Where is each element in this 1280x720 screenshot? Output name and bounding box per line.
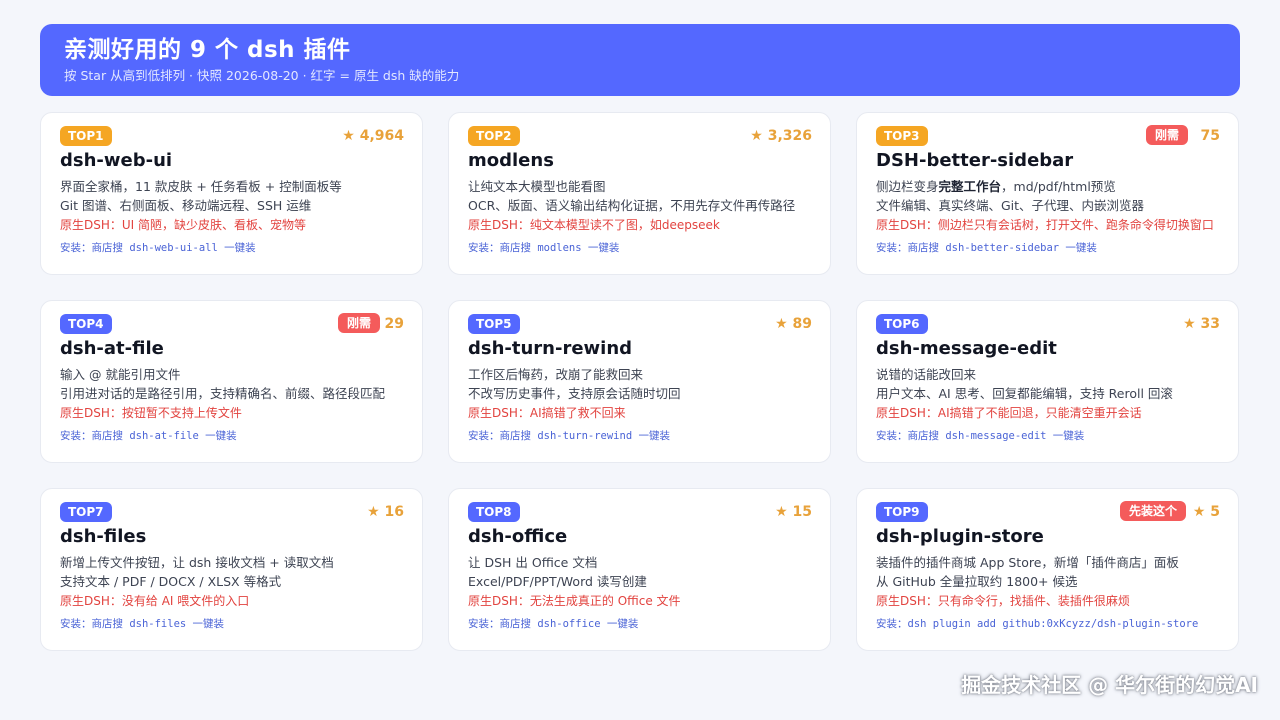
plugin-desc-line1: 让纯文本大模型也能看图 xyxy=(468,179,606,194)
star-count: ★ 5 xyxy=(1192,504,1220,520)
plugin-desc-line2: Git 图谱、右侧面板、移动端远程、SSH 运维 xyxy=(60,198,312,213)
must-have-badge: 刚需 xyxy=(337,313,380,333)
watermark: 掘金技术社区 @ 华尔街的幻觉AI xyxy=(961,673,1258,697)
install-hint: 安装：商店搜 dsh-office 一键装 xyxy=(468,618,639,630)
desc-text: 侧边栏变身 xyxy=(876,179,939,194)
plugin-card-dsh-message-edit[interactable]: TOP6 ★ 33 dsh-message-edit 说错的话能改回来 用户文本… xyxy=(856,300,1239,463)
page-title: 亲测好用的 9 个 dsh 插件 xyxy=(64,37,351,63)
install-hint: 安装：商店搜 dsh-at-file 一键装 xyxy=(60,430,237,442)
native-gap-note: 原生DSH：无法生成真正的 Office 文件 xyxy=(468,594,681,608)
rank-badge: TOP4 xyxy=(60,314,112,334)
plugin-desc-line1: 工作区后悔药，改崩了能救回来 xyxy=(468,367,644,382)
install-hint: 安装：商店搜 dsh-web-ui-all 一键装 xyxy=(60,242,256,254)
install-hint: 安装：商店搜 dsh-message-edit 一键装 xyxy=(876,430,1085,442)
star-count: ★ 4,964 xyxy=(342,128,404,144)
plugin-desc-line1: 装插件的插件商城 App Store，新增「插件商店」面板 xyxy=(876,555,1179,570)
plugin-desc-line2: 文件编辑、真实终端、Git、子代理、内嵌浏览器 xyxy=(876,198,1145,213)
install-hint: 安装：商店搜 dsh-files 一键装 xyxy=(60,618,225,630)
native-gap-note: 原生DSH：侧边栏只有会话树，打开文件、跑条命令得切换窗口 xyxy=(876,218,1214,232)
install-hint: 安装：商店搜 dsh-turn-rewind 一键装 xyxy=(468,430,670,442)
plugin-desc-line1: 新增上传文件按钮，让 dsh 接收文档 + 读取文档 xyxy=(60,555,334,570)
plugin-desc-line2: 不改写历史事件，支持原会话随时切回 xyxy=(468,386,681,401)
plugin-name: dsh-turn-rewind xyxy=(468,338,633,359)
plugin-desc-line2: 支持文本 / PDF / DOCX / XLSX 等格式 xyxy=(60,574,282,589)
native-gap-note: 原生DSH：没有给 AI 喂文件的入口 xyxy=(60,594,250,608)
rank-badge: TOP8 xyxy=(468,502,520,522)
rank-badge: TOP9 xyxy=(876,502,928,522)
page-subtitle: 按 Star 从高到低排列 · 快照 2026-08-20 · 红字 = 原生 … xyxy=(64,68,460,83)
plugin-name: dsh-web-ui xyxy=(60,150,173,171)
rank-badge: TOP7 xyxy=(60,502,112,522)
star-count: ★ 3,326 xyxy=(750,128,812,144)
page-header: 亲测好用的 9 个 dsh 插件 按 Star 从高到低排列 · 快照 2026… xyxy=(40,24,1240,96)
plugin-name: dsh-plugin-store xyxy=(876,526,1044,547)
native-gap-note: 原生DSH：AI搞错了不能回退，只能清空重开会话 xyxy=(876,406,1142,420)
plugin-card-dsh-at-file[interactable]: TOP4 刚需 29 dsh-at-file 输入 @ 就能引用文件 引用进对话… xyxy=(40,300,423,463)
native-gap-note: 原生DSH：UI 简陋，缺少皮肤、看板、宠物等 xyxy=(60,218,307,232)
plugin-name: dsh-message-edit xyxy=(876,338,1057,359)
plugin-name: modlens xyxy=(468,150,554,171)
desc-highlight: 完整工作台 xyxy=(938,179,1002,194)
plugin-card-dsh-files[interactable]: TOP7 ★ 16 dsh-files 新增上传文件按钮，让 dsh 接收文档 … xyxy=(40,488,423,651)
plugin-name: dsh-at-file xyxy=(60,338,164,359)
plugin-card-dsh-web-ui[interactable]: TOP1 ★ 4,964 dsh-web-ui 界面全家桶，11 款皮肤 + 任… xyxy=(40,112,423,275)
plugin-name: DSH-better-sidebar xyxy=(876,150,1074,171)
plugin-desc-line2: OCR、版面、语义输出结构化证据，不用先存文件再传路径 xyxy=(468,198,796,213)
star-count: 75 xyxy=(1200,128,1220,144)
install-first-badge: 先装这个 xyxy=(1119,501,1186,521)
plugin-desc-line1: 输入 @ 就能引用文件 xyxy=(60,367,181,382)
plugin-desc-line2: 用户文本、AI 思考、回复都能编辑，支持 Reroll 回滚 xyxy=(876,386,1173,401)
plugin-desc-line2: Excel/PDF/PPT/Word 读写创建 xyxy=(468,574,647,589)
plugin-name: dsh-files xyxy=(60,526,147,547)
plugin-desc-line1: 界面全家桶，11 款皮肤 + 任务看板 + 控制面板等 xyxy=(60,179,342,194)
rank-badge: TOP6 xyxy=(876,314,928,334)
star-count: ★ 89 xyxy=(775,316,812,332)
install-hint: 安装：dsh plugin add github:0xKcyzz/dsh-plu… xyxy=(876,618,1199,630)
desc-text: ，md/pdf/html预览 xyxy=(1001,179,1116,194)
plugin-desc-line1: 侧边栏变身完整工作台，md/pdf/html预览 xyxy=(876,177,1220,196)
plugin-card-dsh-office[interactable]: TOP8 ★ 15 dsh-office 让 DSH 出 Office 文档 E… xyxy=(448,488,831,651)
plugin-desc-line2: 引用进对话的是路径引用，支持精确名、前缀、路径段匹配 xyxy=(60,386,386,401)
plugin-desc-line2: 从 GitHub 全量拉取约 1800+ 候选 xyxy=(876,574,1078,589)
must-have-badge: 刚需 xyxy=(1145,125,1188,145)
plugin-grid: TOP1 ★ 4,964 dsh-web-ui 界面全家桶，11 款皮肤 + 任… xyxy=(40,112,1240,651)
star-count: ★ 15 xyxy=(775,504,812,520)
native-gap-note: 原生DSH：只有命令行，找插件、装插件很麻烦 xyxy=(876,594,1130,608)
install-hint: 安装：商店搜 modlens 一键装 xyxy=(468,242,620,254)
install-hint: 安装：商店搜 dsh-better-sidebar 一键装 xyxy=(876,242,1097,254)
plugin-card-dsh-better-sidebar[interactable]: TOP3 刚需 75 DSH-better-sidebar 侧边栏变身完整工作台… xyxy=(856,112,1239,275)
native-gap-note: 原生DSH：按钮暂不支持上传文件 xyxy=(60,406,242,420)
plugin-card-dsh-turn-rewind[interactable]: TOP5 ★ 89 dsh-turn-rewind 工作区后悔药，改崩了能救回来… xyxy=(448,300,831,463)
plugin-name: dsh-office xyxy=(468,526,568,547)
rank-badge: TOP5 xyxy=(468,314,520,334)
rank-badge: TOP1 xyxy=(60,126,112,146)
star-count: ★ 33 xyxy=(1183,316,1220,332)
native-gap-note: 原生DSH：纯文本模型读不了图，如deepseek xyxy=(468,218,720,232)
plugin-card-modlens[interactable]: TOP2 ★ 3,326 modlens 让纯文本大模型也能看图 OCR、版面、… xyxy=(448,112,831,275)
rank-badge: TOP2 xyxy=(468,126,520,146)
star-count: ★ 16 xyxy=(367,504,404,520)
plugin-desc-line1: 说错的话能改回来 xyxy=(876,367,977,382)
rank-badge: TOP3 xyxy=(876,126,928,146)
plugin-card-dsh-plugin-store[interactable]: TOP9 先装这个 ★ 5 dsh-plugin-store 装插件的插件商城 … xyxy=(856,488,1239,651)
plugin-desc-line1: 让 DSH 出 Office 文档 xyxy=(468,555,598,570)
native-gap-note: 原生DSH：AI搞错了救不回来 xyxy=(468,406,626,420)
star-count: 29 xyxy=(384,316,404,332)
